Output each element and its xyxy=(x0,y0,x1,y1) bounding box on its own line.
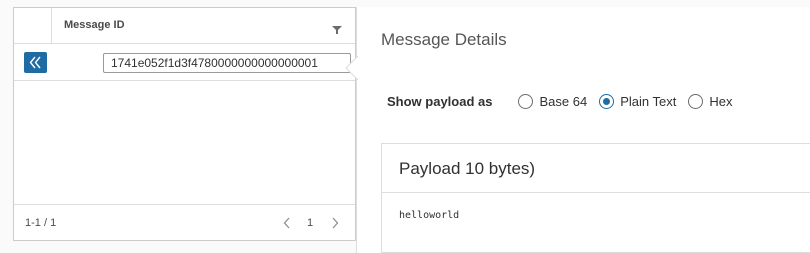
filter-icon[interactable] xyxy=(332,22,342,34)
details-title: Message Details xyxy=(381,30,507,49)
radio-hex-circle[interactable] xyxy=(688,93,704,109)
radio-hex[interactable]: Hex xyxy=(688,93,733,109)
chevron-left-icon[interactable] xyxy=(282,216,292,230)
current-page: 1 xyxy=(307,217,314,229)
radio-base64-label: Base 64 xyxy=(539,93,588,109)
radio-base64[interactable]: Base 64 xyxy=(518,93,588,109)
payload-card: Payload 10 bytes) helloworld xyxy=(381,143,810,253)
payload-format-label: Show payload as xyxy=(387,93,493,109)
collapse-details-button[interactable] xyxy=(24,52,47,73)
message-id-cell: 1741e052f1d3f4780000000000000001 xyxy=(52,45,357,81)
payload-content: helloworld xyxy=(399,210,460,221)
message-details-panel: Message Details Show payload as Base 64 … xyxy=(356,7,810,253)
radio-plain-text-circle[interactable] xyxy=(599,93,615,109)
message-grid: Message ID 1741e052f1d3f4780000000000000… xyxy=(13,7,356,241)
divider xyxy=(382,192,810,193)
grid-footer: 1-1 / 1 1 xyxy=(14,204,355,240)
payload-title: Payload 10 bytes) xyxy=(399,159,536,178)
selection-pointer-icon xyxy=(345,56,359,80)
chevron-right-icon[interactable] xyxy=(330,216,340,230)
radio-plain-text-label: Plain Text xyxy=(620,93,677,109)
double-chevron-left-icon xyxy=(29,56,41,69)
payload-format-selector: Show payload as Base 64 Plain Text Hex xyxy=(387,93,744,109)
row-count: 1-1 / 1 xyxy=(25,217,57,229)
grid-header: Message ID xyxy=(14,8,355,44)
message-id-value[interactable]: 1741e052f1d3f4780000000000000001 xyxy=(103,53,351,73)
radio-plain-text[interactable]: Plain Text xyxy=(599,93,677,109)
radio-base64-circle[interactable] xyxy=(518,93,534,109)
page: Message ID 1741e052f1d3f4780000000000000… xyxy=(0,0,810,253)
radio-hex-label: Hex xyxy=(709,93,733,109)
table-row[interactable]: 1741e052f1d3f4780000000000000001 xyxy=(14,45,355,81)
column-title-message-id[interactable]: Message ID xyxy=(64,19,125,31)
selection-column-header xyxy=(14,8,52,44)
